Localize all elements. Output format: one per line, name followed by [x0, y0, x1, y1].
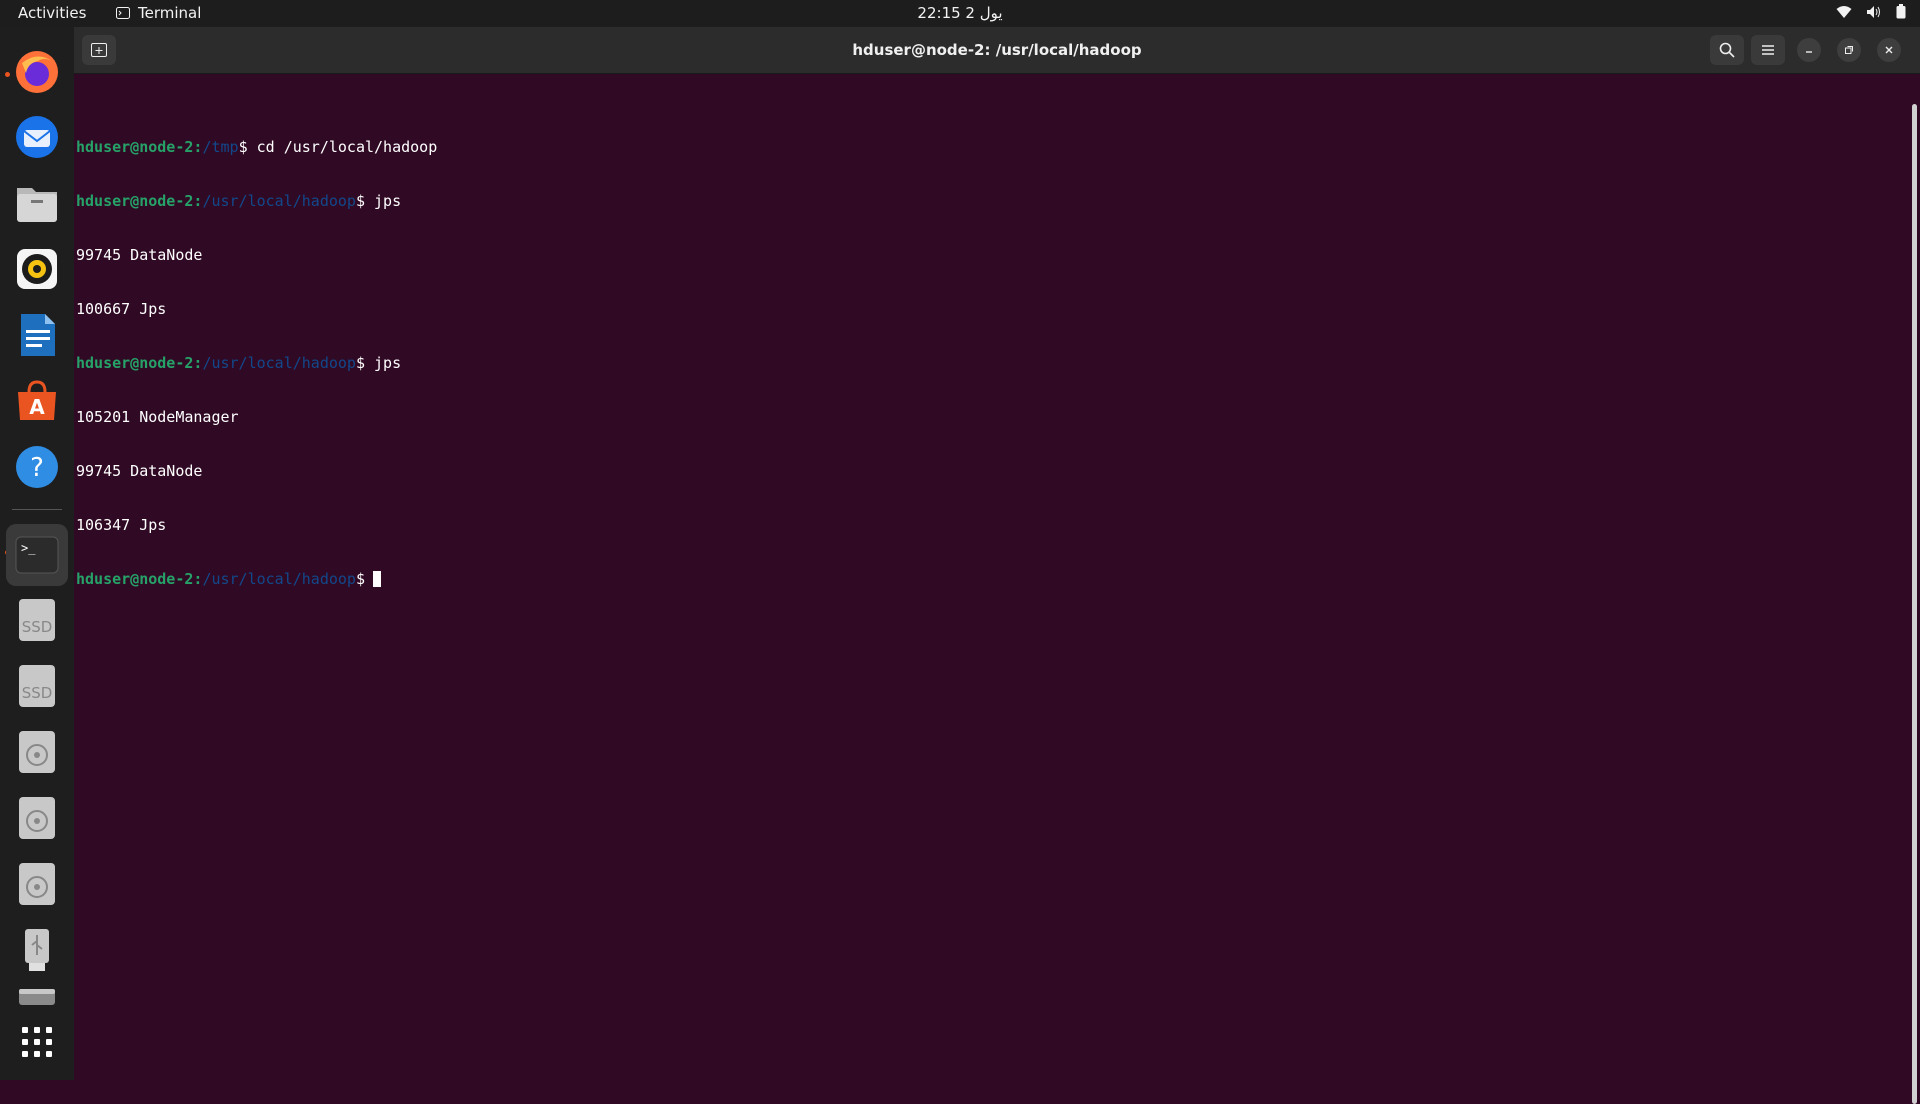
hamburger-icon	[1762, 45, 1774, 55]
text-cursor	[373, 571, 381, 587]
ssd-label: SSD	[22, 618, 53, 636]
top-bar: Activities Terminal 22:15 يول 2	[0, 0, 1920, 27]
rhythmbox-icon[interactable]	[12, 244, 62, 294]
app-menu[interactable]: Terminal	[116, 4, 201, 22]
terminal-line: hduser@node-2:/tmp$ cd /usr/local/hadoop	[76, 138, 438, 156]
terminal-output-line: 99745 DataNode	[76, 462, 203, 480]
clock[interactable]: 22:15 يول 2	[917, 4, 1002, 22]
svg-text:?: ?	[30, 453, 44, 483]
terminal-output-line: 105201 NodeManager	[76, 408, 239, 426]
close-icon	[1885, 46, 1893, 54]
optical-drive-icon[interactable]	[12, 793, 62, 843]
terminal-icon[interactable]: >_	[6, 524, 68, 586]
files-icon[interactable]	[12, 178, 62, 228]
command-text: jps	[365, 354, 402, 372]
wifi-icon	[1836, 5, 1852, 18]
terminal-small-icon	[116, 7, 130, 19]
dock: A ? >_ SSD SSD	[0, 27, 74, 1080]
prompt-user: hduser@node-2	[76, 570, 194, 588]
activities-button[interactable]: Activities	[18, 4, 86, 22]
terminal-output[interactable]: hduser@node-2:/tmp$ cd /usr/local/hadoop…	[75, 76, 1895, 1102]
svg-text:A: A	[29, 395, 45, 419]
prompt-user: hduser@node-2	[76, 192, 194, 210]
running-indicator	[5, 72, 10, 77]
menu-button[interactable]	[1751, 35, 1785, 65]
optical-drive-icon[interactable]	[12, 859, 62, 909]
prompt-path: /usr/local/hadoop	[202, 570, 356, 588]
show-apps-icon[interactable]	[12, 1017, 62, 1067]
header-bar[interactable]: hduser@node-2: /usr/local/hadoop	[74, 27, 1920, 74]
ubuntu-software-icon[interactable]: A	[12, 376, 62, 426]
ssd-label: SSD	[22, 684, 53, 702]
ssd-drive-icon[interactable]: SSD	[12, 595, 62, 645]
prompt-path: /usr/local/hadoop	[202, 354, 356, 372]
minimize-icon	[1806, 51, 1812, 53]
search-icon	[1719, 42, 1735, 58]
prompt-path: /tmp	[202, 138, 239, 156]
window-title: hduser@node-2: /usr/local/hadoop	[852, 41, 1142, 59]
terminal-output-line: 100667 Jps	[76, 300, 167, 318]
libreoffice-writer-icon[interactable]	[12, 310, 62, 360]
thunderbird-icon[interactable]	[12, 112, 62, 162]
battery-icon	[1896, 4, 1906, 19]
prompt-path: /usr/local/hadoop	[202, 192, 356, 210]
restore-button[interactable]	[1837, 38, 1861, 62]
usb-drive-icon[interactable]	[12, 925, 62, 975]
restore-icon	[1845, 46, 1853, 54]
help-icon[interactable]: ?	[12, 442, 62, 492]
volume-icon	[1867, 5, 1880, 18]
app-menu-label: Terminal	[138, 4, 202, 22]
ssd-drive-icon[interactable]: SSD	[12, 661, 62, 711]
minimize-button[interactable]	[1797, 38, 1821, 62]
disk-drive-icon[interactable]	[12, 985, 62, 1009]
scrollbar[interactable]	[1912, 104, 1917, 1104]
search-button[interactable]	[1710, 35, 1744, 65]
dock-separator	[12, 509, 62, 510]
prompt-user: hduser@node-2	[76, 138, 194, 156]
command-text: cd /usr/local/hadoop	[247, 138, 438, 156]
terminal-output-line: 99745 DataNode	[76, 246, 203, 264]
terminal-line: hduser@node-2:/usr/local/hadoop$ jps	[76, 354, 402, 372]
firefox-icon[interactable]	[12, 47, 62, 97]
terminal-line: hduser@node-2:/usr/local/hadoop$	[75, 570, 1895, 588]
prompt-user: hduser@node-2	[76, 354, 194, 372]
close-button[interactable]	[1877, 38, 1901, 62]
status-area[interactable]	[1836, 4, 1906, 19]
svg-text:>_: >_	[21, 541, 36, 555]
terminal-output-line: 106347 Jps	[76, 516, 167, 534]
terminal-line: hduser@node-2:/usr/local/hadoop$ jps	[76, 192, 402, 210]
command-text: jps	[365, 192, 402, 210]
terminal-window: hduser@node-2: /usr/local/hadoop hduser@…	[74, 27, 1920, 1104]
optical-drive-icon[interactable]	[12, 727, 62, 777]
